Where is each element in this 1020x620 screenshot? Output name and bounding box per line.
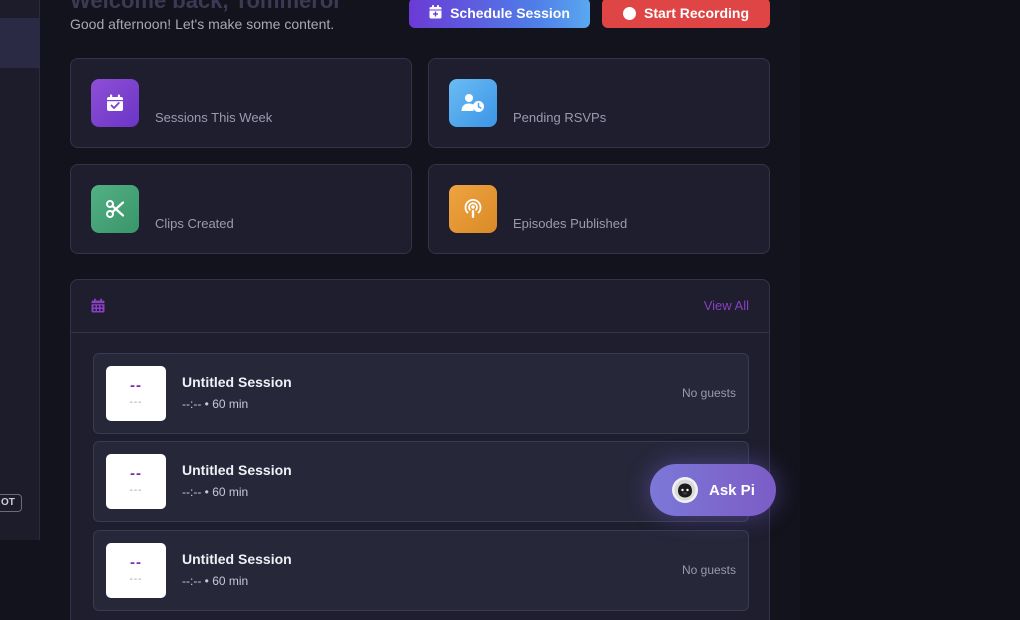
calendar-plus-icon: [429, 4, 442, 22]
sidebar-badge: OT: [0, 494, 22, 512]
session-month: ---: [129, 485, 143, 496]
session-day: --: [130, 377, 142, 394]
stat-card-sessions-this-week: Sessions This Week: [70, 58, 412, 148]
ask-pi-label: Ask Pi: [709, 481, 755, 499]
session-row[interactable]: -- --- Untitled Session --:-- • 60 min N…: [93, 353, 749, 434]
session-title: Untitled Session: [182, 462, 292, 478]
user-clock-icon: [449, 79, 497, 127]
start-recording-button[interactable]: Start Recording: [602, 0, 770, 28]
sidebar: OT: [0, 0, 40, 540]
session-date: -- ---: [106, 543, 166, 598]
podcast-icon: [449, 185, 497, 233]
record-dot-icon: [622, 6, 636, 20]
ask-pi-button[interactable]: Ask Pi: [650, 464, 776, 516]
stat-label: Pending RSVPs: [513, 110, 607, 125]
stat-label: Sessions This Week: [155, 110, 273, 125]
page-subtitle: Good afternoon! Let's make some content.: [70, 16, 335, 32]
stat-card-clips-created: Clips Created: [70, 164, 412, 254]
session-row[interactable]: -- --- Untitled Session --:-- • 60 min N…: [93, 530, 749, 611]
page-title: Welcome back, Tommeror: [70, 0, 342, 13]
session-meta: --:-- • 60 min: [182, 485, 249, 499]
session-meta: --:-- • 60 min: [182, 574, 249, 588]
schedule-session-button[interactable]: Schedule Session: [409, 0, 590, 28]
scissors-icon: [91, 185, 139, 233]
session-meta: --:-- • 60 min: [182, 397, 249, 411]
session-title: Untitled Session: [182, 374, 292, 390]
session-day: --: [130, 465, 142, 482]
session-day: --: [130, 554, 142, 571]
pi-avatar-icon: [672, 477, 698, 503]
view-all-link[interactable]: View All: [704, 298, 749, 313]
session-guests: No guests: [681, 563, 736, 577]
right-pane: [800, 0, 1020, 620]
session-title: Untitled Session: [182, 551, 292, 567]
stat-label: Clips Created: [155, 216, 234, 231]
calendar-check-icon: [91, 79, 139, 127]
upcoming-sessions-panel: View All -- --- Untitled Session --:-- •…: [70, 279, 770, 620]
start-recording-label: Start Recording: [643, 5, 749, 21]
session-guests: No guests: [681, 386, 736, 400]
panel-header: View All: [71, 280, 769, 333]
session-date: -- ---: [106, 366, 166, 421]
schedule-session-label: Schedule Session: [450, 5, 570, 21]
calendar-icon: [91, 298, 105, 318]
stat-label: Episodes Published: [513, 216, 628, 231]
session-date: -- ---: [106, 454, 166, 509]
session-month: ---: [129, 574, 143, 585]
sidebar-item-active[interactable]: [0, 18, 39, 68]
session-month: ---: [129, 397, 143, 408]
stat-card-pending-rsvps: Pending RSVPs: [428, 58, 770, 148]
stat-card-episodes-published: Episodes Published: [428, 164, 770, 254]
